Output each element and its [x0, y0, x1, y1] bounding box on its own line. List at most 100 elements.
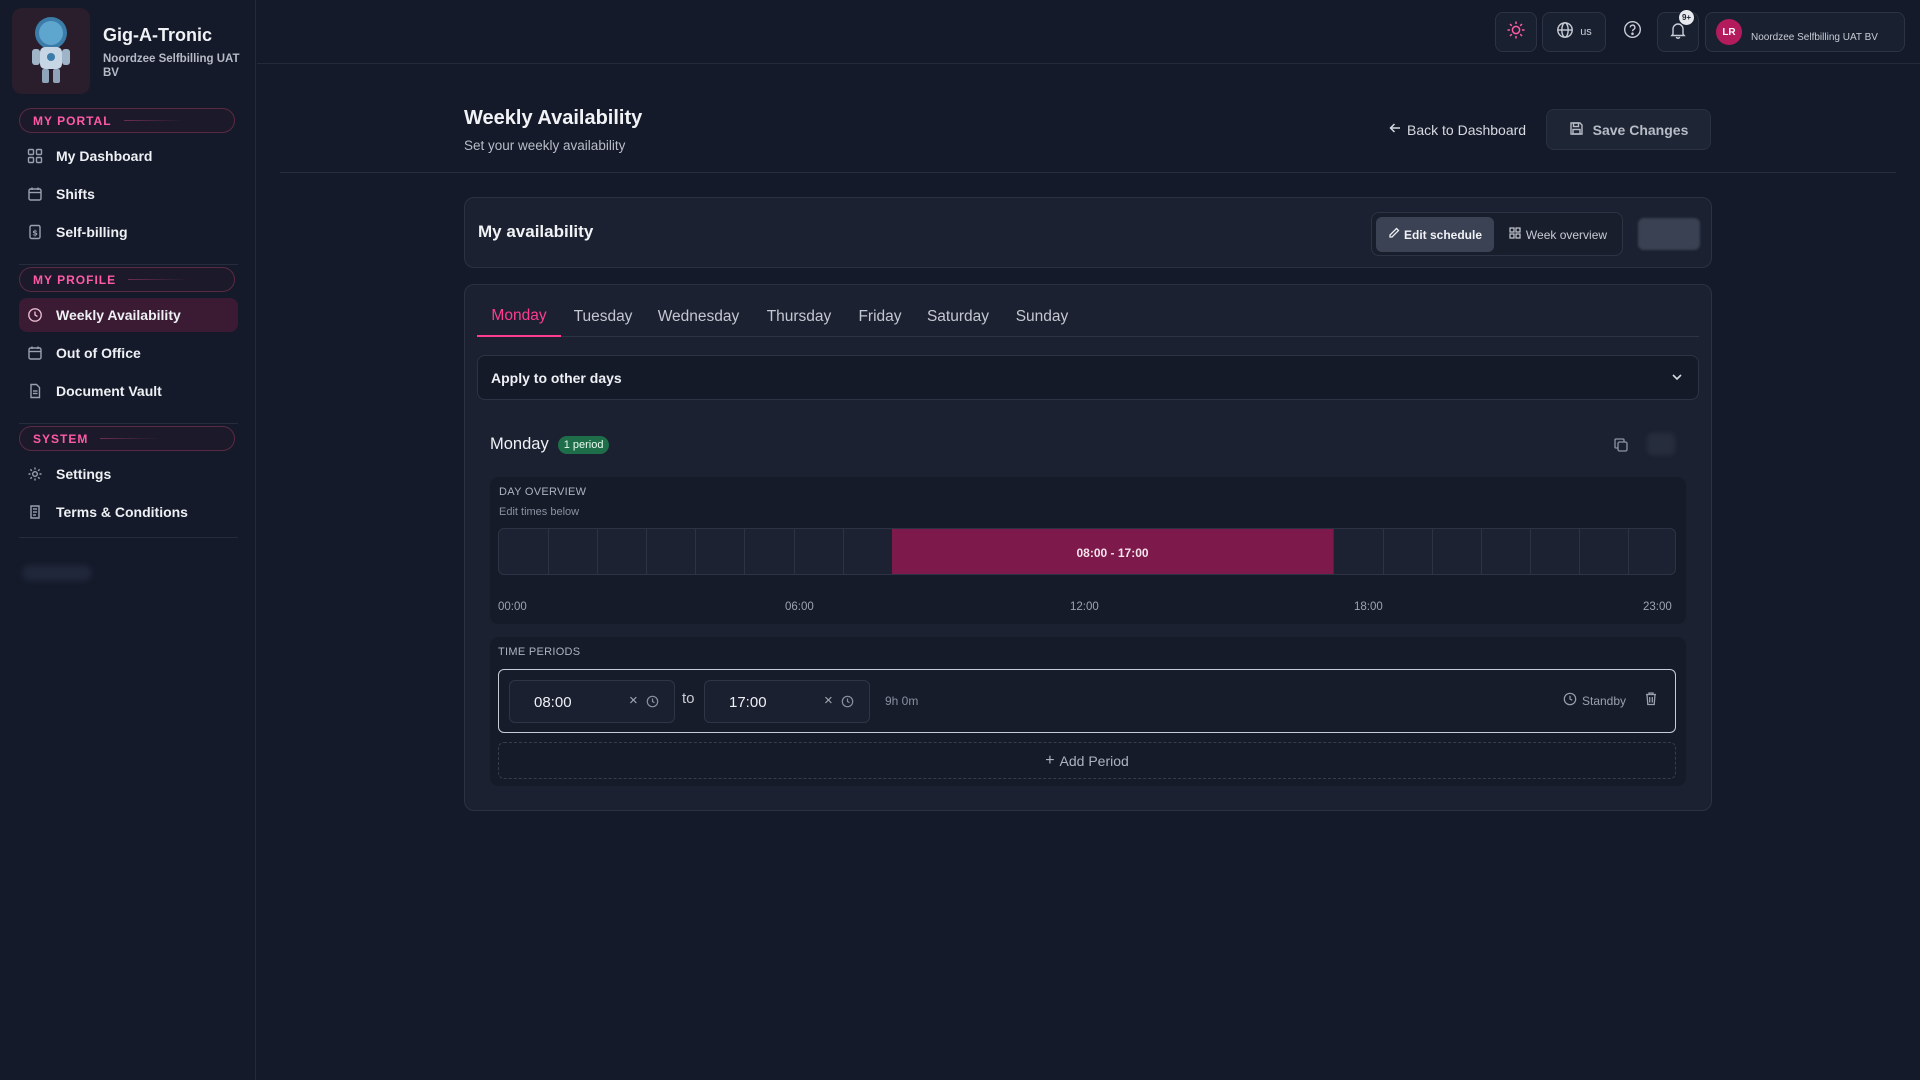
sidebar-item-out-of-office[interactable]: Out of Office: [19, 336, 238, 370]
hour-gridline: [1382, 529, 1384, 574]
section-label: MY PORTAL: [33, 113, 112, 128]
user-org: Noordzee Selfbilling UAT BV: [1751, 31, 1878, 43]
sidebar-item-self-billing[interactable]: $ Self-billing: [19, 215, 238, 249]
section-label: SYSTEM: [33, 431, 89, 446]
plus-icon: +: [1045, 751, 1055, 769]
hour-gridline: [548, 529, 550, 574]
app-name: Gig-A-Tronic: [103, 25, 212, 45]
day-overview-hint: Edit times below: [499, 506, 580, 518]
theme-toggle-button[interactable]: [1495, 12, 1537, 52]
sidebar-item-settings[interactable]: Settings: [19, 457, 238, 491]
arrow-left-icon: [1388, 121, 1402, 138]
blurred-button[interactable]: [1638, 218, 1700, 250]
back-to-dashboard-link[interactable]: Back to Dashboard: [1388, 121, 1526, 138]
notifications-button[interactable]: 9+: [1657, 10, 1699, 52]
tab-thursday[interactable]: Thursday: [752, 297, 846, 337]
divider: [19, 423, 238, 424]
sidebar-item-my-dashboard[interactable]: My Dashboard: [19, 139, 238, 173]
chevron-down-icon: [1670, 370, 1684, 387]
sidebar-item-shifts[interactable]: Shifts: [19, 177, 238, 211]
tab-wednesday[interactable]: Wednesday: [645, 297, 752, 337]
add-period-button[interactable]: + Add Period: [498, 742, 1676, 779]
sidebar-item-document-vault[interactable]: Document Vault: [19, 374, 238, 408]
time-period-row: 08:00 × to 17:00 × 9h 0m Standby: [498, 669, 1676, 733]
tab-tuesday[interactable]: Tuesday: [561, 297, 645, 337]
standby-label: Standby: [1582, 693, 1627, 708]
end-time-field[interactable]: 17:00 ×: [704, 680, 870, 723]
day-timeline[interactable]: 08:00 - 17:00: [498, 528, 1676, 575]
dashboard-icon: [24, 145, 46, 167]
availability-range-bar[interactable]: 08:00 - 17:00: [891, 529, 1334, 574]
week-overview-button[interactable]: Week overview: [1498, 217, 1618, 252]
start-time-field[interactable]: 08:00 ×: [509, 680, 675, 723]
sidebar-item-weekly-availability[interactable]: Weekly Availability: [19, 298, 238, 332]
hour-gridline: [842, 529, 844, 574]
standby-clock-icon: [1563, 692, 1577, 709]
section-my-portal: MY PORTAL: [19, 108, 235, 133]
help-icon: [1623, 20, 1642, 44]
avatar: LR: [1716, 19, 1742, 45]
hour-gridline: [1431, 529, 1433, 574]
clear-icon[interactable]: ×: [824, 692, 833, 709]
edit-schedule-button[interactable]: Edit schedule: [1376, 217, 1494, 252]
globe-icon: [1556, 21, 1574, 44]
copy-icon[interactable]: [1613, 437, 1629, 458]
help-button[interactable]: [1611, 12, 1653, 52]
sidebar-item-terms[interactable]: Terms & Conditions: [19, 495, 238, 529]
divider: [19, 264, 238, 265]
standby-toggle[interactable]: Standby: [1563, 692, 1626, 709]
time-periods: TIME PERIODS 08:00 × to 17:00 × 9h 0m St…: [490, 637, 1686, 786]
tab-sunday[interactable]: Sunday: [1002, 297, 1082, 337]
clock-icon[interactable]: [646, 695, 659, 713]
notification-badge: 9+: [1679, 10, 1694, 25]
pencil-icon: [1388, 227, 1400, 242]
language-code: us: [1580, 26, 1592, 38]
tick-label: 06:00: [785, 601, 814, 613]
availability-header-card: My availability Edit schedule Week overv…: [464, 197, 1712, 268]
day-overview-label: DAY OVERVIEW: [499, 486, 587, 498]
hour-gridline: [1578, 529, 1580, 574]
hour-gridline: [1333, 529, 1335, 574]
section-system: SYSTEM: [19, 426, 235, 451]
clear-icon[interactable]: ×: [629, 692, 638, 709]
blurred-item: [22, 565, 92, 581]
blurred-action[interactable]: [1647, 433, 1675, 455]
sidebar: Gig-A-Tronic Noordzee Selfbilling UAT BV…: [0, 0, 256, 1080]
hour-gridline: [744, 529, 746, 574]
start-time-value: 08:00: [534, 694, 572, 711]
tab-monday[interactable]: Monday: [477, 297, 561, 337]
trash-icon[interactable]: [1644, 691, 1658, 711]
sun-icon: [1506, 20, 1526, 45]
edit-schedule-label: Edit schedule: [1403, 227, 1483, 242]
tick-label: 23:00: [1643, 601, 1672, 613]
add-period-label: Add Period: [1059, 752, 1129, 769]
hour-gridline: [646, 529, 648, 574]
sidebar-item-label: Out of Office: [56, 345, 141, 361]
sidebar-item-label: Terms & Conditions: [56, 504, 188, 520]
tab-saturday[interactable]: Saturday: [914, 297, 1002, 337]
clock-icon[interactable]: [841, 695, 854, 713]
hour-gridline: [695, 529, 697, 574]
tick-label: 00:00: [498, 601, 527, 613]
sidebar-item-label: Shifts: [56, 186, 95, 202]
save-changes-button[interactable]: Save Changes: [1546, 109, 1711, 150]
user-menu-button[interactable]: LR Noordzee Selfbilling UAT BV: [1705, 12, 1905, 52]
gear-icon: [24, 463, 46, 485]
tab-friday[interactable]: Friday: [846, 297, 914, 337]
time-periods-label: TIME PERIODS: [498, 646, 581, 658]
hour-gridline: [1529, 529, 1531, 574]
apply-to-other-days-dropdown[interactable]: Apply to other days: [477, 355, 1699, 400]
org-name: Noordzee Selfbilling UAT BV: [103, 53, 240, 79]
language-button[interactable]: us: [1542, 12, 1606, 52]
section-label: MY PROFILE: [33, 272, 117, 287]
back-label: Back to Dashboard: [1407, 121, 1527, 138]
app-logo[interactable]: [12, 8, 90, 94]
day-tabs: Monday Tuesday Wednesday Thursday Friday…: [477, 297, 1699, 337]
grid-icon: [1509, 227, 1521, 242]
schedule-editor-card: Monday Tuesday Wednesday Thursday Friday…: [464, 284, 1712, 811]
header-divider: [280, 172, 1896, 173]
view-mode-toggle: Edit schedule Week overview: [1371, 212, 1623, 256]
day-overview: DAY OVERVIEW Edit times below 08:00 - 17…: [490, 477, 1686, 624]
calendar-icon: [24, 342, 46, 364]
duration-label: 9h 0m: [885, 694, 919, 708]
